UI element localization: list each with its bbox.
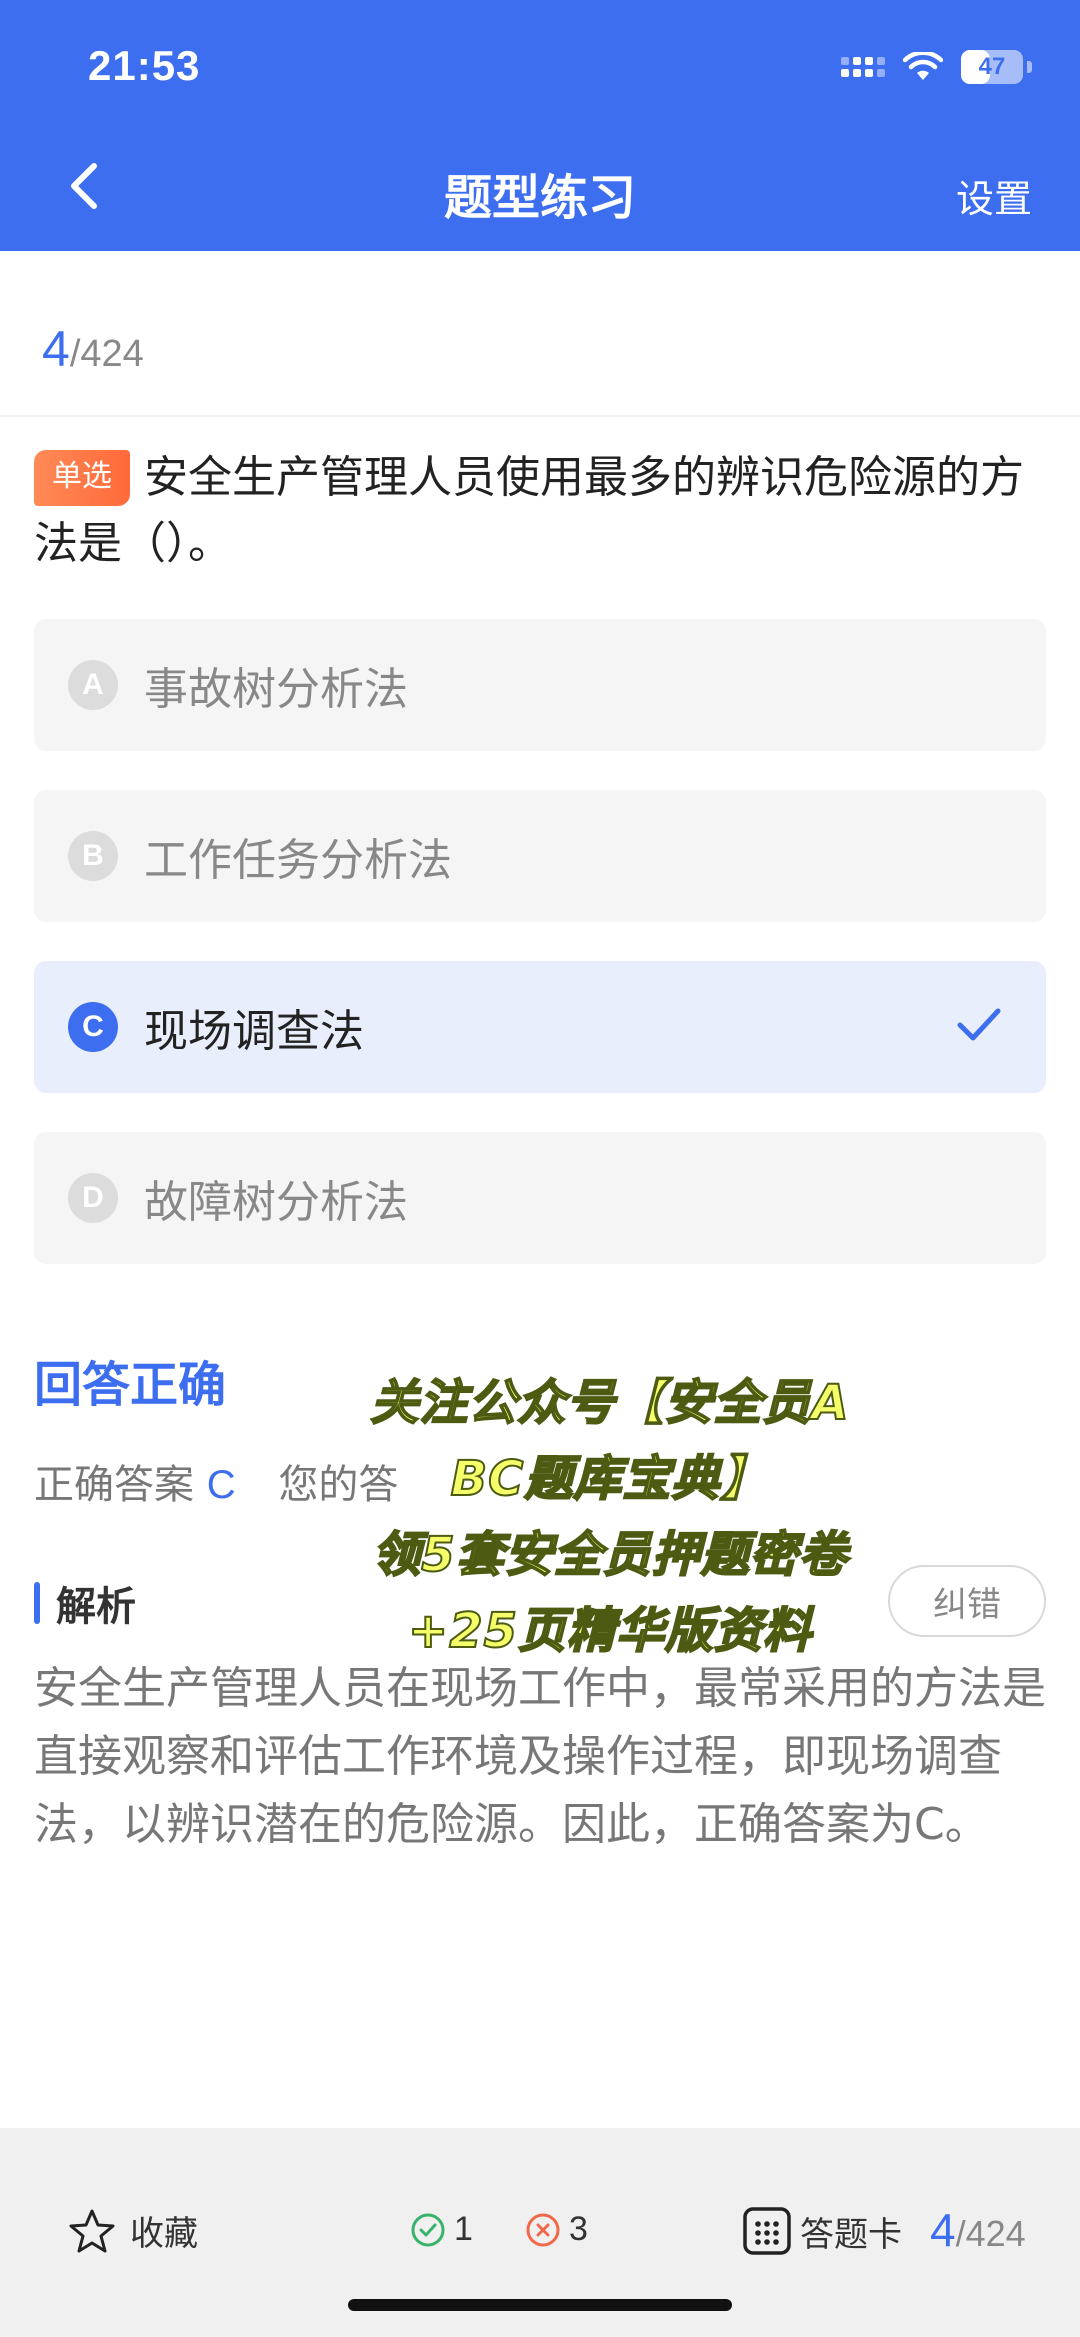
cellular-signal-icon bbox=[841, 57, 885, 77]
option-letter: D bbox=[68, 1173, 118, 1223]
option-letter: B bbox=[68, 831, 118, 881]
promo-overlay: 关注公众号【安全员A BC题库宝典】 领5套安全员押题密卷 +25页精华版资料 bbox=[330, 1365, 890, 1669]
grid-icon bbox=[743, 2207, 791, 2255]
promo-line: 关注公众号【安全员A bbox=[369, 1374, 850, 1432]
question-counter: 4/424 bbox=[42, 320, 144, 378]
x-circle-icon bbox=[526, 2213, 560, 2246]
current-question-number: 4 bbox=[42, 321, 70, 377]
page-title: 题型练习 bbox=[443, 170, 636, 226]
option-text: 工作任务分析法 bbox=[144, 835, 452, 886]
question-text: 安全生产管理人员使用最多的辨识危险源的方法是（）。 bbox=[34, 452, 1024, 569]
question-type-badge: 单选 bbox=[34, 450, 130, 506]
answer-card-button[interactable]: 答题卡 bbox=[742, 2206, 902, 2256]
promo-line: 领5套安全员押题密卷 bbox=[371, 1526, 848, 1584]
wifi-icon bbox=[903, 52, 943, 80]
checkmark-icon bbox=[957, 1008, 1001, 1041]
question-stem: 单选 安全生产管理人员使用最多的辨识危险源的方法是（）。 bbox=[34, 445, 1049, 577]
bottom-total: /424 bbox=[955, 2213, 1026, 2254]
analysis-heading: 解析 bbox=[34, 1574, 136, 1632]
report-error-button[interactable]: 纠错 bbox=[888, 1565, 1046, 1637]
star-icon bbox=[69, 2209, 115, 2252]
option-letter: C bbox=[68, 1002, 118, 1052]
option-b[interactable]: B 工作任务分析法 bbox=[34, 790, 1046, 922]
option-text: 事故树分析法 bbox=[144, 664, 408, 715]
option-text: 故障树分析法 bbox=[144, 1177, 408, 1228]
answer-card-label: 答题卡 bbox=[800, 2214, 902, 2255]
wrong-count: 3 bbox=[525, 2210, 588, 2249]
correct-answer-label: 正确答案 bbox=[34, 1462, 194, 1508]
option-c[interactable]: C 现场调查法 bbox=[34, 961, 1046, 1093]
option-text: 现场调查法 bbox=[144, 1006, 364, 1057]
correct-answer-value: C bbox=[206, 1463, 236, 1507]
wrong-count-value: 3 bbox=[569, 2210, 588, 2248]
result-title: 回答正确 bbox=[34, 1357, 227, 1413]
option-d[interactable]: D 故障树分析法 bbox=[34, 1132, 1046, 1264]
divider bbox=[0, 415, 1080, 417]
settings-button[interactable]: 设置 bbox=[956, 168, 1032, 223]
favorite-label: 收藏 bbox=[130, 2214, 198, 2254]
correct-count-value: 1 bbox=[454, 2210, 473, 2248]
bottom-current-number: 4 bbox=[930, 2204, 956, 2256]
home-indicator[interactable] bbox=[348, 2299, 732, 2311]
check-circle-icon bbox=[411, 2213, 445, 2246]
top-header: 21:53 47 题型练习 设置 bbox=[0, 0, 1080, 251]
bottom-question-counter: 4/424 bbox=[930, 2203, 1026, 2257]
battery-level: 47 bbox=[978, 53, 1006, 80]
favorite-button[interactable]: 收藏 bbox=[68, 2206, 198, 2255]
promo-line: BC题库宝典】 bbox=[450, 1450, 770, 1508]
correct-count: 1 bbox=[410, 2210, 473, 2249]
analysis-text: 安全生产管理人员在现场工作中，最常采用的方法是直接观察和评估工作环境及操作过程，… bbox=[34, 1663, 1046, 1850]
option-a[interactable]: A 事故树分析法 bbox=[34, 619, 1046, 751]
status-time: 21:53 bbox=[88, 42, 201, 89]
promo-line: +25页精华版资料 bbox=[407, 1602, 813, 1660]
status-icons: 47 bbox=[841, 50, 1032, 84]
option-letter: A bbox=[68, 660, 118, 710]
total-questions: /424 bbox=[69, 333, 144, 375]
battery-icon: 47 bbox=[961, 50, 1023, 84]
